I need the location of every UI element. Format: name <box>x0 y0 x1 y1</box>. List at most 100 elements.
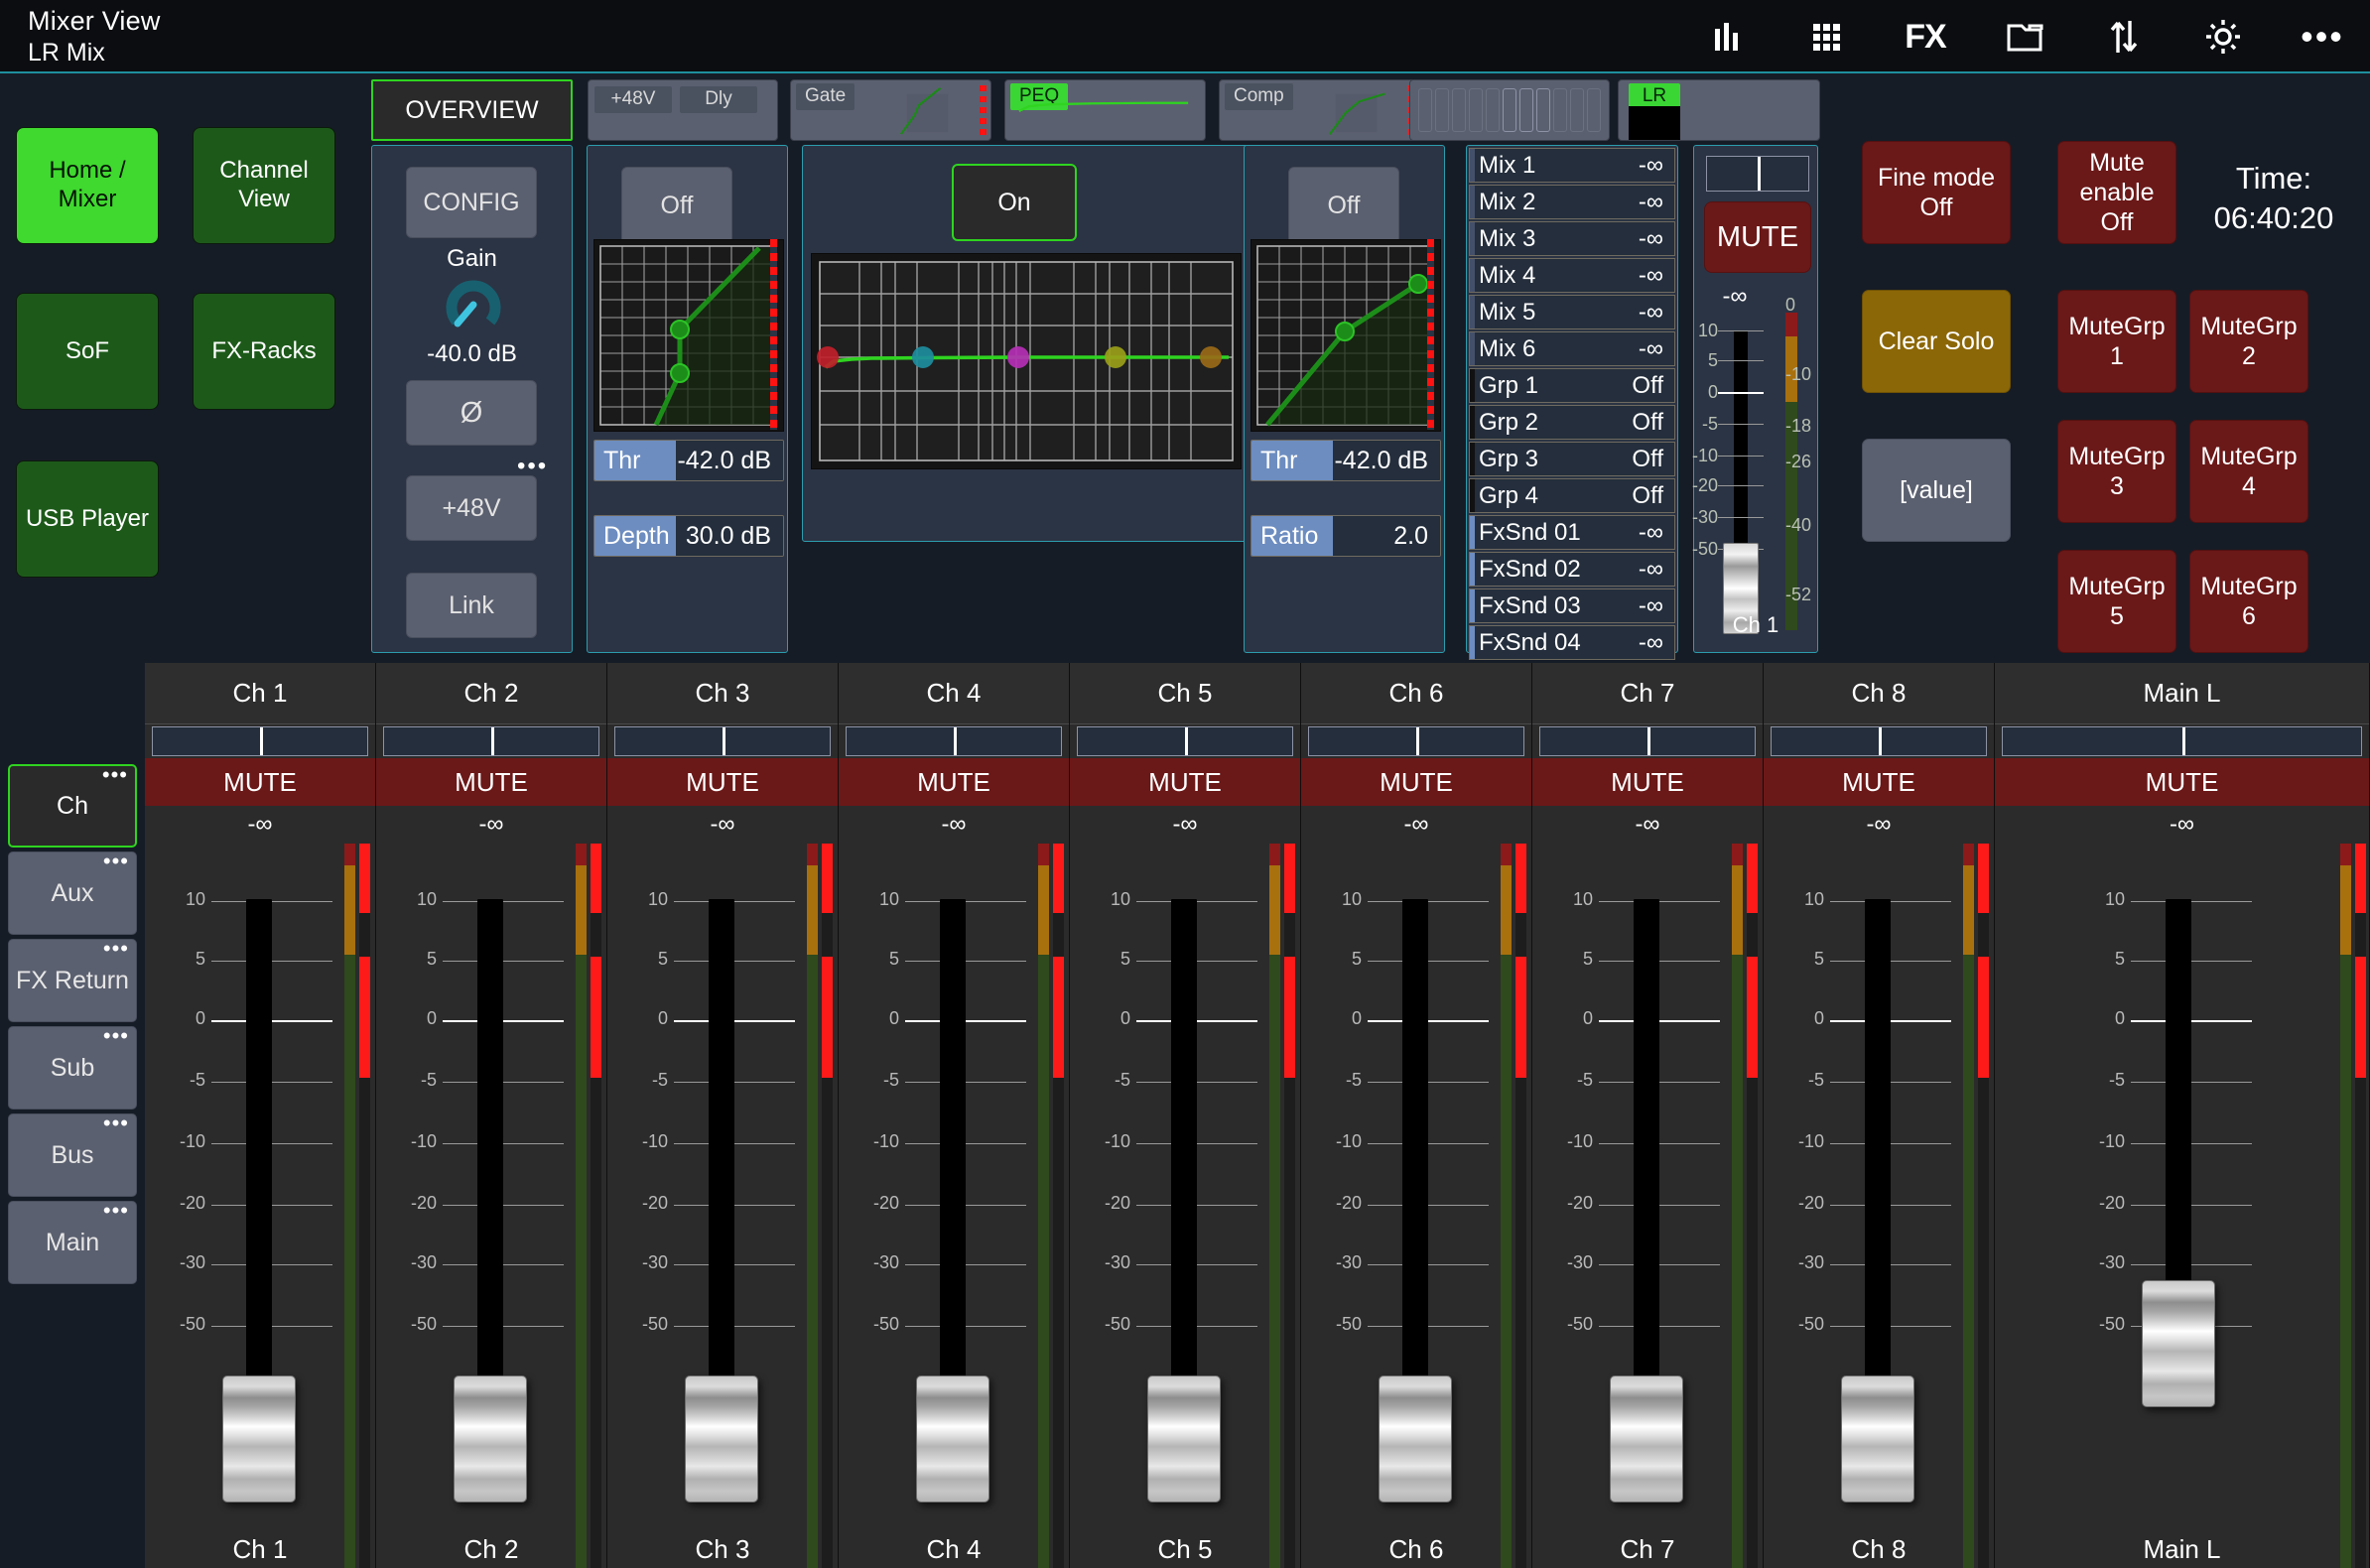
gate-graph[interactable] <box>593 239 784 432</box>
nav-home-mixer[interactable]: Home / Mixer <box>16 127 159 244</box>
mutegrp-3-button[interactable]: MuteGrp 3 <box>2057 420 2176 523</box>
phantom-button[interactable]: +48V <box>406 475 537 541</box>
pan-control[interactable] <box>1308 726 1524 756</box>
transfer-icon[interactable] <box>2100 13 2148 61</box>
fader-area[interactable]: 10 5 0 -5 -10 -20 -30 -50 <box>1070 844 1300 1568</box>
selected-fader-track[interactable] <box>1734 330 1748 565</box>
fader-area[interactable]: 10 5 0 -5 -10 -20 -30 -50 <box>1995 844 2369 1568</box>
value-button[interactable]: [value] <box>1862 439 2011 542</box>
fader-area[interactable]: 10 5 0 -5 -10 -20 -30 -50 <box>145 844 375 1568</box>
nav-channel-view[interactable]: Channel View <box>193 127 335 244</box>
send-row[interactable]: FxSnd 04 -∞ <box>1469 625 1675 660</box>
mute-button[interactable]: MUTE <box>607 758 838 806</box>
phantom-options-dots[interactable]: ••• <box>517 455 548 477</box>
nav-fx-racks[interactable]: FX-Racks <box>193 293 335 410</box>
gear-icon[interactable] <box>2199 13 2247 61</box>
pan-control[interactable] <box>1539 726 1756 756</box>
pan-control[interactable] <box>2002 726 2362 756</box>
selected-mute-button[interactable]: MUTE <box>1704 201 1811 273</box>
fader-knob[interactable] <box>916 1375 989 1503</box>
bank-aux-dots[interactable]: ••• <box>103 850 129 872</box>
tab-overview[interactable]: OVERVIEW <box>371 79 573 141</box>
comp-state-button[interactable]: Off <box>1288 167 1399 244</box>
peq-graph[interactable] <box>811 253 1242 469</box>
mute-button[interactable]: MUTE <box>1995 758 2369 806</box>
send-row[interactable]: Mix 2 -∞ <box>1469 185 1675 219</box>
fader-knob[interactable] <box>685 1375 758 1503</box>
mutegrp-6-button[interactable]: MuteGrp 6 <box>2189 550 2308 653</box>
tab-preamp[interactable]: +48V Dly <box>588 79 778 141</box>
gate-threshold-row[interactable]: Thr -42.0 dB <box>593 440 784 481</box>
send-row[interactable]: FxSnd 03 -∞ <box>1469 588 1675 623</box>
grid-icon[interactable] <box>1802 13 1850 61</box>
nav-usb-player[interactable]: USB Player <box>16 460 159 578</box>
send-row[interactable]: Mix 4 -∞ <box>1469 258 1675 293</box>
fader-area[interactable]: 10 5 0 -5 -10 -20 -30 -50 <box>1532 844 1763 1568</box>
strip-name[interactable]: Ch 3 <box>607 663 838 724</box>
phase-button[interactable]: Ø <box>406 380 537 446</box>
fader-area[interactable]: 10 5 0 -5 -10 -20 -30 -50 <box>607 844 838 1568</box>
bank-sub[interactable]: Sub ••• <box>8 1025 137 1110</box>
strip-name[interactable]: Ch 1 <box>145 663 375 724</box>
fx-icon[interactable]: FX <box>1902 13 1949 61</box>
mute-button[interactable]: MUTE <box>1764 758 1994 806</box>
peq-state-button[interactable]: On <box>952 164 1077 241</box>
gain-knob[interactable] <box>446 277 501 332</box>
selected-pan-bar[interactable] <box>1706 156 1809 192</box>
link-button[interactable]: Link <box>406 573 537 638</box>
bank-bus[interactable]: Bus ••• <box>8 1112 137 1197</box>
fader-knob[interactable] <box>1610 1375 1683 1503</box>
send-row[interactable]: FxSnd 02 -∞ <box>1469 552 1675 587</box>
tab-preamp-48v-label[interactable]: +48V <box>594 86 672 113</box>
comp-graph[interactable] <box>1251 239 1441 432</box>
pan-control[interactable] <box>1771 726 1987 756</box>
gate-state-button[interactable]: Off <box>621 167 732 244</box>
fader-knob[interactable] <box>1147 1375 1221 1503</box>
fader-knob[interactable] <box>454 1375 527 1503</box>
tab-lr[interactable]: LR <box>1618 79 1820 141</box>
fader-knob[interactable] <box>2142 1280 2215 1407</box>
bank-main[interactable]: Main ••• <box>8 1200 137 1284</box>
send-row[interactable]: Grp 1 Off <box>1469 368 1675 403</box>
strip-name[interactable]: Ch 5 <box>1070 663 1300 724</box>
bank-sub-dots[interactable]: ••• <box>103 1025 129 1047</box>
mute-button[interactable]: MUTE <box>1070 758 1300 806</box>
fader-knob[interactable] <box>1379 1375 1452 1503</box>
clear-solo-button[interactable]: Clear Solo <box>1862 290 2011 393</box>
send-row[interactable]: Grp 4 Off <box>1469 478 1675 513</box>
mutegrp-2-button[interactable]: MuteGrp 2 <box>2189 290 2308 393</box>
bank-fx-return[interactable]: FX Return ••• <box>8 938 137 1022</box>
tab-comp[interactable]: Comp <box>1219 79 1420 141</box>
mutegrp-1-button[interactable]: MuteGrp 1 <box>2057 290 2176 393</box>
mute-button[interactable]: MUTE <box>1301 758 1531 806</box>
strip-name[interactable]: Ch 8 <box>1764 663 1994 724</box>
bank-ch-dots[interactable]: ••• <box>102 764 128 786</box>
mutegrp-5-button[interactable]: MuteGrp 5 <box>2057 550 2176 653</box>
strip-name[interactable]: Ch 4 <box>839 663 1069 724</box>
send-row[interactable]: Mix 1 -∞ <box>1469 148 1675 183</box>
bank-ch[interactable]: Ch ••• <box>8 764 137 848</box>
tab-preamp-dly-label[interactable]: Dly <box>680 86 757 113</box>
pan-control[interactable] <box>614 726 831 756</box>
fine-mode-button[interactable]: Fine mode Off <box>1862 141 2011 244</box>
send-row[interactable]: FxSnd 01 -∞ <box>1469 515 1675 550</box>
strip-name[interactable]: Ch 2 <box>376 663 606 724</box>
pan-control[interactable] <box>383 726 599 756</box>
send-row[interactable]: Mix 5 -∞ <box>1469 295 1675 329</box>
pan-control[interactable] <box>846 726 1062 756</box>
bank-main-dots[interactable]: ••• <box>103 1200 129 1222</box>
tab-peq[interactable]: PEQ <box>1004 79 1206 141</box>
bank-aux[interactable]: Aux ••• <box>8 850 137 935</box>
strip-name[interactable]: Main L <box>1995 663 2369 724</box>
mutegrp-4-button[interactable]: MuteGrp 4 <box>2189 420 2308 523</box>
send-row[interactable]: Grp 2 Off <box>1469 405 1675 440</box>
strip-name[interactable]: Ch 6 <box>1301 663 1531 724</box>
mute-button[interactable]: MUTE <box>1532 758 1763 806</box>
fader-knob[interactable] <box>1841 1375 1914 1503</box>
config-button[interactable]: CONFIG <box>406 167 537 238</box>
fader-area[interactable]: 10 5 0 -5 -10 -20 -30 -50 <box>839 844 1069 1568</box>
fader-area[interactable]: 10 5 0 -5 -10 -20 -30 -50 <box>1301 844 1531 1568</box>
mute-enable-button[interactable]: Mute enable Off <box>2057 141 2176 244</box>
more-icon[interactable]: ••• <box>2299 13 2346 61</box>
strip-name[interactable]: Ch 7 <box>1532 663 1763 724</box>
